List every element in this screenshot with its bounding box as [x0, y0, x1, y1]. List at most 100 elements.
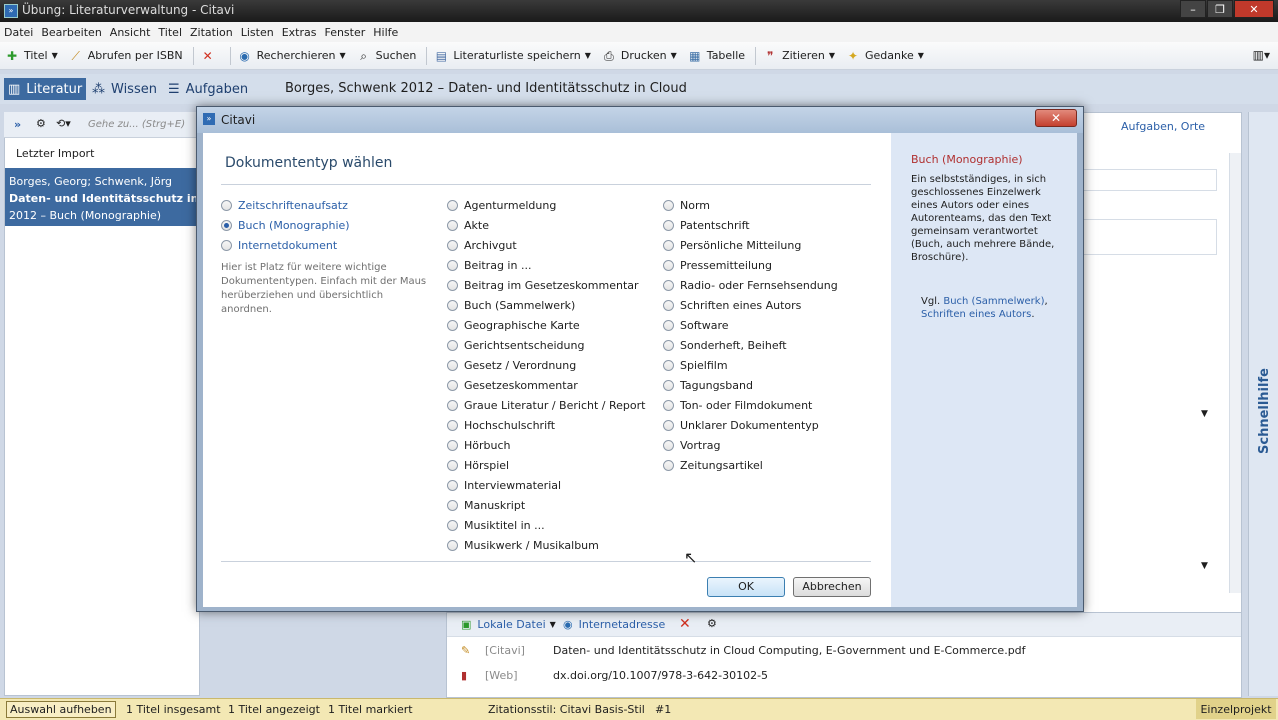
menu-datei[interactable]: Datei: [4, 26, 33, 39]
window-titlebar: » Übung: Literaturverwaltung - Citavi – …: [0, 0, 1278, 22]
radio-doctype[interactable]: Unklarer Dokumententyp: [663, 419, 819, 432]
list-item-selected[interactable]: Borges, Georg; Schwenk, Jörg Daten- und …: [5, 168, 199, 226]
menu-zitation[interactable]: Zitation: [190, 26, 233, 39]
radio-doctype[interactable]: Gesetzeskommentar: [447, 379, 578, 392]
radio-doctype[interactable]: Archivgut: [447, 239, 517, 252]
tab-aufgaben[interactable]: ☰ Aufgaben: [164, 78, 252, 100]
quick-help-sidebar[interactable]: Schnellhilfe: [1248, 112, 1278, 696]
plus-icon: ✚: [6, 48, 18, 63]
internetadresse-button[interactable]: ◉ Internetadresse: [563, 618, 665, 631]
radio-doctype[interactable]: Gesetz / Verordnung: [447, 359, 576, 372]
pdf-icon: ✎: [461, 644, 471, 657]
radio-doctype[interactable]: Schriften eines Autors: [663, 299, 801, 312]
menu-fenster[interactable]: Fenster: [324, 26, 365, 39]
suchen-button[interactable]: ⌕ Suchen: [356, 48, 416, 64]
location-tag: [Citavi]: [485, 644, 525, 657]
radio-doctype[interactable]: Tagungsband: [663, 379, 753, 392]
help-link-schriften[interactable]: Schriften eines Autors: [921, 309, 1031, 320]
radio-doctype[interactable]: Manuskript: [447, 499, 525, 512]
dialog-body: Dokumententyp wählen Zeitschriftenaufsat…: [203, 133, 891, 607]
tab-aufgaben-orte[interactable]: Aufgaben, Orte: [1121, 120, 1205, 133]
radio-buch-monographie[interactable]: Buch (Monographie): [221, 219, 350, 232]
radio-doctype[interactable]: Musiktitel in ...: [447, 519, 545, 532]
layout-toggle-icon[interactable]: ▥▾: [1253, 48, 1270, 62]
radio-doctype[interactable]: Gerichtsentscheidung: [447, 339, 584, 352]
radio-doctype[interactable]: Patentschrift: [663, 219, 750, 232]
lightbulb-icon: ✦: [847, 48, 859, 63]
radio-internetdokument[interactable]: Internetdokument: [221, 239, 337, 252]
detail-field[interactable]: [1081, 219, 1217, 255]
isbn-button[interactable]: ⟋ Abrufen per ISBN: [68, 48, 183, 64]
radio-doctype[interactable]: Buch (Sammelwerk): [447, 299, 575, 312]
radio-doctype[interactable]: Spielfilm: [663, 359, 728, 372]
tab-wissen[interactable]: ⁂ Wissen: [88, 78, 161, 100]
chevron-down-icon: ▼: [828, 51, 835, 60]
radio-doctype[interactable]: Interviewmaterial: [447, 479, 561, 492]
radio-doctype[interactable]: Ton- oder Filmdokument: [663, 399, 812, 412]
drucken-button[interactable]: ⎙ Drucken ▼: [601, 48, 677, 64]
gear-icon[interactable]: ⚙: [36, 117, 46, 130]
radio-doctype[interactable]: Radio- oder Fernsehsendung: [663, 279, 838, 292]
maximize-button[interactable]: ❐: [1207, 0, 1233, 18]
cancel-button[interactable]: Abbrechen: [793, 577, 871, 597]
expand-icon[interactable]: »: [14, 118, 21, 131]
zitieren-button[interactable]: ❞ Zitieren ▼: [762, 48, 835, 64]
library-icon: ▥: [8, 81, 21, 97]
delete-button[interactable]: ✕: [200, 48, 220, 64]
delete-icon[interactable]: ✕: [679, 616, 691, 632]
menu-titel[interactable]: Titel: [158, 26, 182, 39]
detail-field[interactable]: [1081, 169, 1217, 191]
radio-doctype[interactable]: Norm: [663, 199, 710, 212]
radio-doctype[interactable]: Beitrag in ...: [447, 259, 531, 272]
radio-doctype[interactable]: Sonderheft, Beiheft: [663, 339, 787, 352]
chevron-down-icon[interactable]: ▼: [1201, 409, 1208, 419]
radio-doctype[interactable]: Graue Literatur / Bericht / Report: [447, 399, 645, 412]
auswahl-aufheben-button[interactable]: Auswahl aufheben: [6, 701, 116, 718]
help-link-sammelwerk[interactable]: Buch (Sammelwerk): [943, 296, 1044, 307]
dialog-heading: Dokumententyp wählen: [225, 155, 393, 171]
radio-doctype[interactable]: Agenturmeldung: [447, 199, 556, 212]
tab-literatur[interactable]: ▥ Literatur: [4, 78, 87, 100]
location-link[interactable]: dx.doi.org/10.1007/978-3-642-30102-5: [553, 669, 768, 682]
close-window-button[interactable]: ✕: [1234, 0, 1274, 18]
radio-doctype[interactable]: Akte: [447, 219, 489, 232]
lokale-datei-button[interactable]: ▣ Lokale Datei ▼: [461, 618, 556, 631]
scrollbar[interactable]: [1229, 153, 1241, 593]
radio-doctype[interactable]: Musikwerk / Musikalbum: [447, 539, 599, 552]
radio-doctype[interactable]: Vortrag: [663, 439, 720, 452]
tasks-icon: ☰: [168, 81, 180, 97]
dialog-close-button[interactable]: ✕: [1035, 109, 1077, 127]
recherchieren-button[interactable]: ◉ Recherchieren ▼: [237, 48, 345, 64]
ok-button[interactable]: OK: [707, 577, 785, 597]
citavi-logo-icon: »: [4, 4, 18, 18]
list-item-meta: 2012 – Buch (Monographie): [9, 209, 162, 222]
new-title-button[interactable]: ✚ Titel ▼: [4, 48, 58, 64]
history-icon[interactable]: ⟲▾: [56, 117, 71, 130]
minimize-button[interactable]: –: [1180, 0, 1206, 18]
radio-doctype[interactable]: Zeitungsartikel: [663, 459, 763, 472]
radio-doctype[interactable]: Hörspiel: [447, 459, 509, 472]
location-link[interactable]: Daten- und Identitätsschutz in Cloud Com…: [553, 644, 1026, 657]
chevron-down-icon[interactable]: ▼: [1201, 561, 1208, 571]
radio-doctype[interactable]: Geographische Karte: [447, 319, 580, 332]
radio-doctype[interactable]: Hochschulschrift: [447, 419, 555, 432]
radio-doctype[interactable]: Beitrag im Gesetzeskommentar: [447, 279, 639, 292]
status-marked: 1 Titel markiert: [328, 703, 413, 716]
radio-doctype[interactable]: Persönliche Mitteilung: [663, 239, 801, 252]
radio-doctype[interactable]: Pressemitteilung: [663, 259, 772, 272]
radio-doctype[interactable]: Hörbuch: [447, 439, 511, 452]
menu-extras[interactable]: Extras: [282, 26, 317, 39]
gedanke-button[interactable]: ✦ Gedanke ▼: [845, 48, 924, 64]
menu-ansicht[interactable]: Ansicht: [110, 26, 151, 39]
literaturliste-button[interactable]: ▤ Literaturliste speichern ▼: [433, 48, 591, 64]
radio-doctype[interactable]: Software: [663, 319, 729, 332]
radio-zeitschriftenaufsatz[interactable]: Zeitschriftenaufsatz: [221, 199, 348, 212]
status-shown: 1 Titel angezeigt: [228, 703, 320, 716]
tabelle-button[interactable]: ▦ Tabelle: [687, 48, 745, 64]
gear-icon[interactable]: ⚙: [707, 617, 717, 630]
menu-hilfe[interactable]: Hilfe: [373, 26, 398, 39]
globe-search-icon: ◉: [239, 48, 250, 63]
goto-search-input[interactable]: Gehe zu... (Strg+E): [88, 119, 185, 130]
menu-listen[interactable]: Listen: [241, 26, 274, 39]
menu-bearbeiten[interactable]: Bearbeiten: [41, 26, 101, 39]
